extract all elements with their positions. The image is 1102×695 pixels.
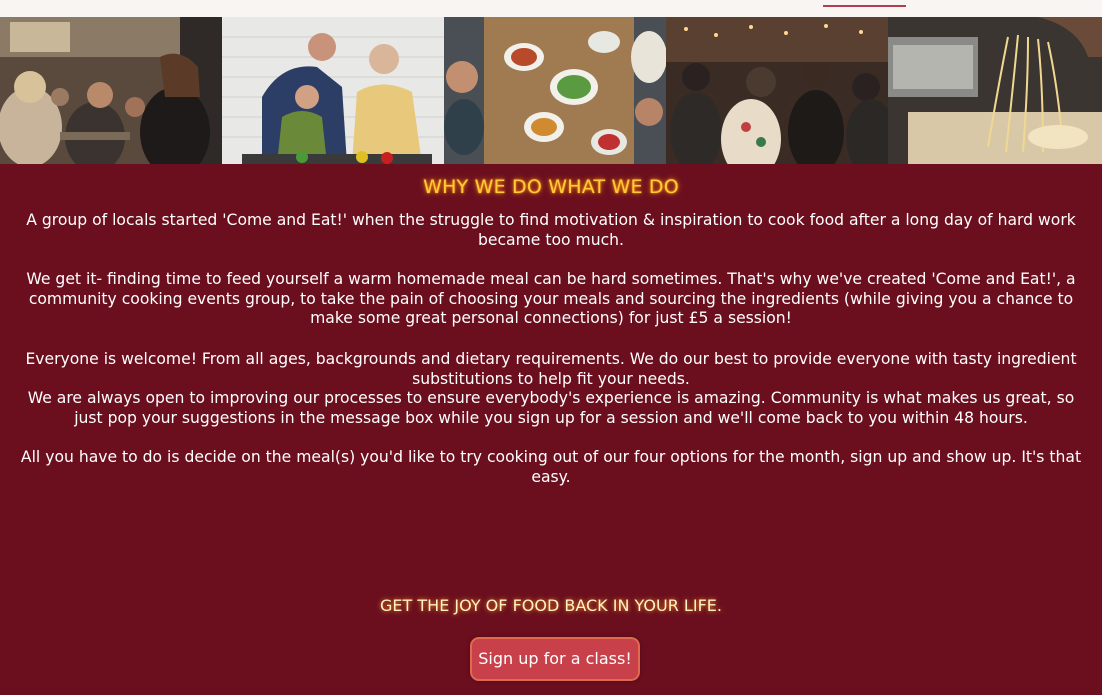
- cta-tagline: GET THE JOY OF FOOD BACK IN YOUR LIFE.: [380, 596, 722, 615]
- crowd-event-photo: [666, 17, 888, 164]
- welcome-text: Everyone is welcome! From all ages, back…: [25, 350, 1077, 388]
- about-section: WHY WE DO WHAT WE DO A group of locals s…: [0, 164, 1102, 695]
- photo-gallery: [0, 17, 1102, 164]
- section-heading: WHY WE DO WHAT WE DO: [423, 176, 679, 198]
- active-nav-underline: [823, 5, 906, 7]
- top-nav-bar: [0, 0, 1102, 17]
- how-it-works-paragraph: All you have to do is decide on the meal…: [20, 448, 1082, 486]
- restaurant-crowd-photo: [0, 17, 222, 164]
- mission-paragraph: We get it- finding time to feed yourself…: [26, 270, 1076, 327]
- sign-up-button[interactable]: Sign up for a class!: [470, 637, 640, 681]
- pasta-making-photo: [888, 17, 1102, 164]
- intro-paragraph: A group of locals started 'Come and Eat!…: [26, 211, 1076, 249]
- table-feast-photo: [444, 17, 666, 164]
- welcome-paragraph: Everyone is welcome! From all ages, back…: [20, 350, 1082, 428]
- feedback-text: We are always open to improving our proc…: [27, 389, 1075, 427]
- family-cooking-photo: [222, 17, 444, 164]
